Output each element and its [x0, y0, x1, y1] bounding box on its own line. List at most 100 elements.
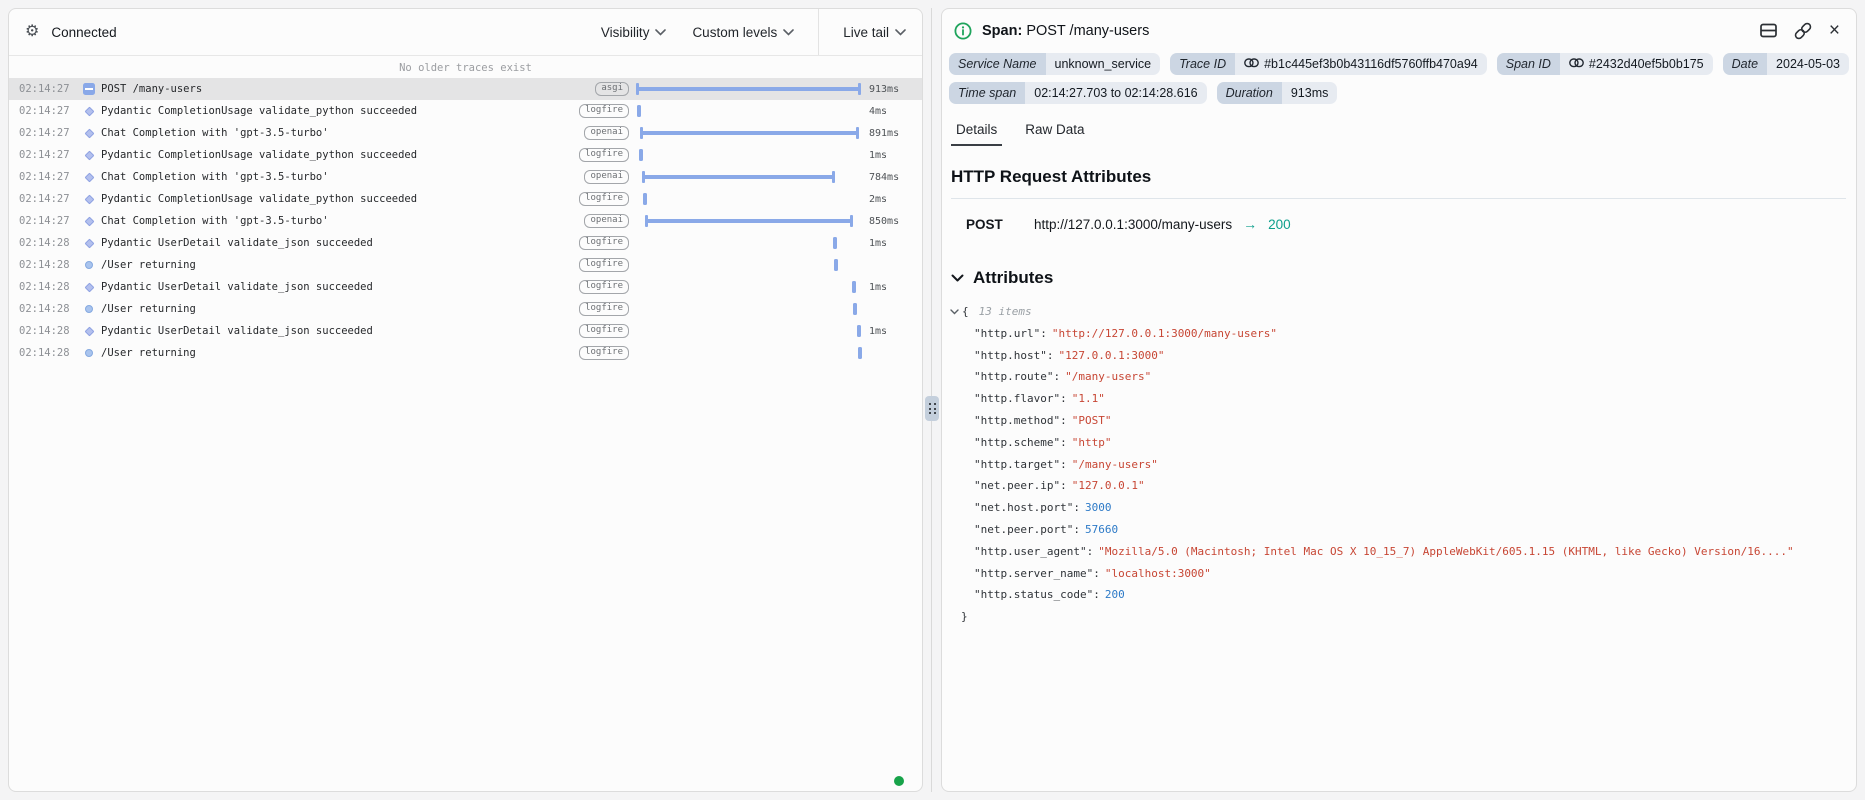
- trace-duration-label: 850ms: [860, 216, 922, 227]
- trace-duration-label: 1ms: [860, 282, 922, 293]
- trace-timestamp: 02:14:27: [19, 149, 77, 161]
- tab-raw-data[interactable]: Raw Data: [1020, 117, 1089, 146]
- attributes-heading: Attributes: [951, 268, 1856, 288]
- trace-tag-badge: logfire: [579, 192, 629, 206]
- duration-bar: [853, 303, 857, 315]
- trace-row[interactable]: 02:14:27 POST /many-users asgi 913ms: [9, 78, 922, 100]
- duration-bar-track: [637, 232, 860, 254]
- span-header-actions: ×: [1760, 21, 1840, 40]
- json-key: "http.flavor": [974, 392, 1060, 405]
- trace-row[interactable]: 02:14:27 Pydantic CompletionUsage valida…: [9, 144, 922, 166]
- json-entry: "http.flavor":"1.1": [950, 388, 1856, 410]
- json-entry: "http.target":"/many-users": [950, 454, 1856, 476]
- trace-tag-badge: openai: [584, 214, 629, 228]
- diamond-icon: [84, 282, 94, 292]
- json-entry: "http.user_agent":"Mozilla/5.0 (Macintos…: [950, 541, 1856, 563]
- trace-duration-label: 913ms: [860, 84, 922, 95]
- trace-tag-badge: logfire: [579, 324, 629, 338]
- badge-value-text: #2432d40ef5b0b175: [1589, 57, 1704, 71]
- trace-row[interactable]: 02:14:27 Pydantic CompletionUsage valida…: [9, 100, 922, 122]
- duration-bar: [833, 237, 837, 249]
- diamond-icon: [84, 172, 94, 182]
- visibility-dropdown[interactable]: Visibility: [601, 25, 667, 40]
- trace-tag-badge: logfire: [579, 346, 629, 360]
- trace-tag-badge: openai: [584, 170, 629, 184]
- detail-tabs: Details Raw Data: [942, 117, 1856, 146]
- chevron-down-icon[interactable]: [951, 274, 964, 282]
- circle-icon: [85, 305, 93, 313]
- trace-row[interactable]: 02:14:28 /User returning logfire: [9, 254, 922, 276]
- trace-row[interactable]: 02:14:27 Chat Completion with 'gpt-3.5-t…: [9, 210, 922, 232]
- chevron-down-icon: [655, 29, 666, 36]
- badge-value: 913ms: [1282, 82, 1338, 104]
- badge-value-text: #b1c445ef3b0b43116df5760ffb470a94: [1264, 57, 1478, 71]
- trace-tag-badge: logfire: [579, 104, 629, 118]
- duration-bar: [639, 149, 643, 161]
- diamond-icon: [84, 106, 94, 116]
- circle-icon: [85, 261, 93, 269]
- trace-row[interactable]: 02:14:28 /User returning logfire: [9, 298, 922, 320]
- collapse-chevron-icon[interactable]: [950, 309, 959, 315]
- http-summary-row: POST http://127.0.0.1:3000/many-users → …: [966, 216, 1856, 232]
- badge-value[interactable]: #2432d40ef5b0b175: [1560, 53, 1713, 75]
- trace-row[interactable]: 02:14:28 Pydantic UserDetail validate_js…: [9, 320, 922, 342]
- divider-drag-handle[interactable]: [925, 396, 939, 421]
- badge-value-text: 913ms: [1291, 86, 1329, 100]
- json-entry: "net.host.port":3000: [950, 497, 1856, 519]
- json-entry: "http.route":"/many-users": [950, 366, 1856, 388]
- trace-timestamp: 02:14:27: [19, 127, 77, 139]
- trace-name: Pydantic UserDetail validate_json succee…: [101, 325, 577, 337]
- duration-bar: [643, 175, 834, 179]
- trace-timestamp: 02:14:28: [19, 347, 77, 359]
- live-tail-label: Live tail: [843, 25, 889, 40]
- trace-name: /User returning: [101, 347, 577, 359]
- json-entry: "http.scheme":"http": [950, 432, 1856, 454]
- http-request-attributes-heading: HTTP Request Attributes: [951, 167, 1846, 199]
- gear-icon[interactable]: ⚙: [25, 24, 39, 40]
- json-key: "http.method": [974, 414, 1060, 427]
- badge-label: Date: [1723, 53, 1767, 75]
- json-entries: "http.url":"http://127.0.0.1:3000/many-u…: [950, 323, 1856, 606]
- json-value: "1.1": [1072, 392, 1105, 405]
- trace-row[interactable]: 02:14:27 Chat Completion with 'gpt-3.5-t…: [9, 166, 922, 188]
- badge-value: 02:14:27.703 to 02:14:28.616: [1025, 82, 1206, 104]
- trace-tag-badge: openai: [584, 126, 629, 140]
- duration-bar-track: [637, 144, 860, 166]
- trace-duration-label: 891ms: [860, 128, 922, 139]
- trace-row[interactable]: 02:14:27 Pydantic CompletionUsage valida…: [9, 188, 922, 210]
- json-key: "net.host.port": [974, 501, 1073, 514]
- close-icon[interactable]: ×: [1829, 21, 1840, 40]
- duration-bar: [643, 193, 647, 205]
- trace-row[interactable]: 02:14:27 Chat Completion with 'gpt-3.5-t…: [9, 122, 922, 144]
- info-icon: [954, 22, 972, 40]
- json-key: "net.peer.ip": [974, 479, 1060, 492]
- trace-name: Chat Completion with 'gpt-3.5-turbo': [101, 127, 577, 139]
- trace-row[interactable]: 02:14:28 Pydantic UserDetail validate_js…: [9, 276, 922, 298]
- trace-row[interactable]: 02:14:28 /User returning logfire: [9, 342, 922, 364]
- circle-icon: [85, 349, 93, 357]
- panel-divider: [931, 8, 932, 792]
- items-count-label: 13 items: [979, 301, 1032, 323]
- duration-bar: [646, 219, 852, 223]
- copy-link-icon[interactable]: [1794, 22, 1812, 40]
- badge-value-text: 2024-05-03: [1776, 57, 1840, 71]
- duration-bar-track: [637, 122, 860, 144]
- trace-name: Pydantic UserDetail validate_json succee…: [101, 281, 577, 293]
- json-key: "http.status_code": [974, 588, 1093, 601]
- trace-row[interactable]: 02:14:28 Pydantic UserDetail validate_js…: [9, 232, 922, 254]
- panel-layout-icon[interactable]: [1760, 23, 1777, 38]
- visibility-label: Visibility: [601, 25, 650, 40]
- custom-levels-dropdown[interactable]: Custom levels: [692, 25, 794, 40]
- trace-duration-label: 2ms: [860, 194, 922, 205]
- badge-label: Span ID: [1497, 53, 1560, 75]
- badge-value[interactable]: #b1c445ef3b0b43116df5760ffb470a94: [1235, 53, 1487, 75]
- live-tail-button[interactable]: Live tail: [843, 25, 906, 40]
- http-method: POST: [966, 217, 1022, 232]
- custom-levels-label: Custom levels: [692, 25, 777, 40]
- tab-details[interactable]: Details: [951, 117, 1002, 146]
- trace-timestamp: 02:14:28: [19, 281, 77, 293]
- duration-bar: [637, 105, 641, 117]
- badge-label: Trace ID: [1170, 53, 1235, 75]
- collapse-icon: [83, 83, 95, 95]
- trace-timestamp: 02:14:27: [19, 171, 77, 183]
